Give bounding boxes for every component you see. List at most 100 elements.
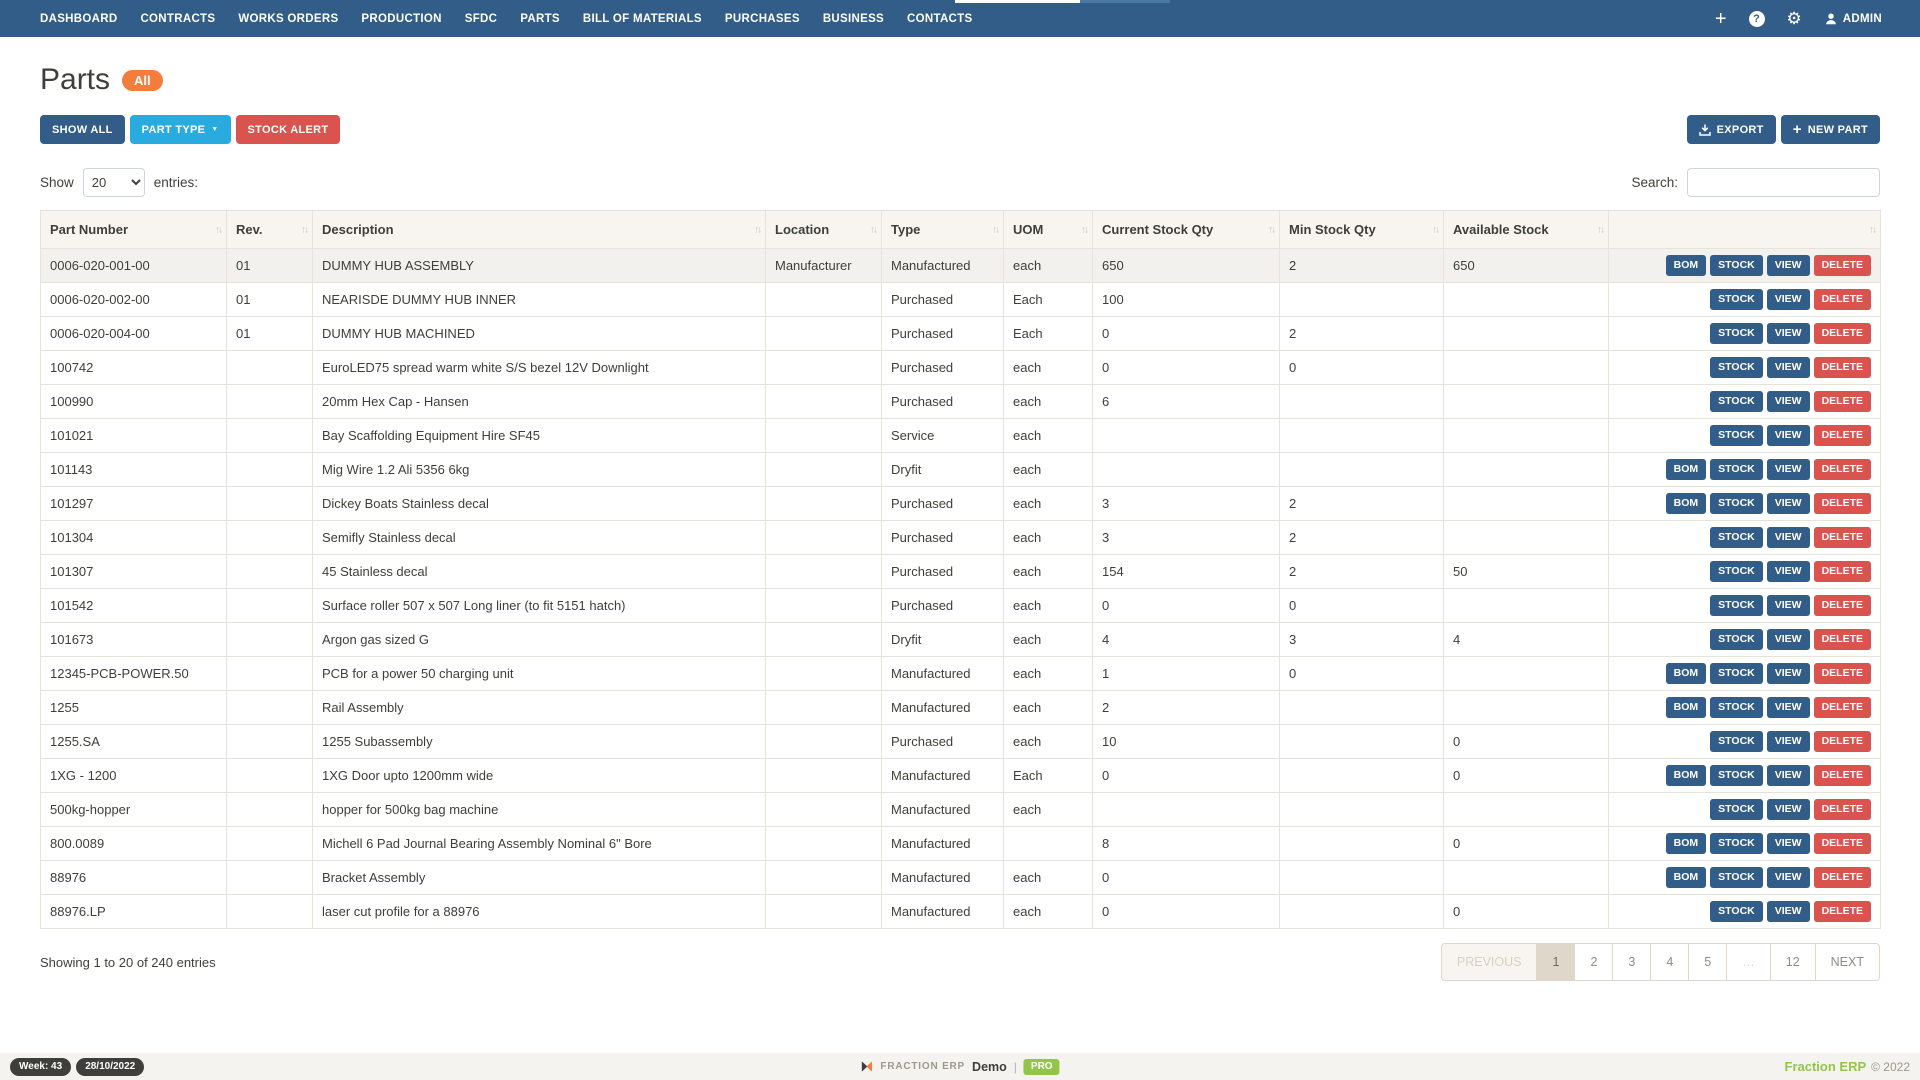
view-button[interactable]: VIEW: [1766, 390, 1810, 413]
view-button[interactable]: VIEW: [1766, 730, 1810, 753]
column-header-current-stock-qty[interactable]: Current Stock Qty ↑↓: [1092, 210, 1280, 249]
delete-button[interactable]: DELETE: [1813, 696, 1871, 719]
page-button-3[interactable]: 3: [1612, 943, 1652, 981]
view-button[interactable]: VIEW: [1766, 458, 1810, 481]
stock-button[interactable]: STOCK: [1710, 900, 1763, 923]
column-header-part-number[interactable]: Part Number ↑↓: [40, 210, 227, 249]
page-button-…[interactable]: …: [1726, 943, 1771, 981]
stock-button[interactable]: STOCK: [1710, 424, 1763, 447]
delete-button[interactable]: DELETE: [1813, 526, 1871, 549]
view-button[interactable]: VIEW: [1766, 322, 1810, 345]
page-button-5[interactable]: 5: [1688, 943, 1728, 981]
stock-button[interactable]: STOCK: [1710, 288, 1763, 311]
view-button[interactable]: VIEW: [1766, 900, 1810, 923]
page-button-2[interactable]: 2: [1574, 943, 1614, 981]
column-header-uom[interactable]: UOM ↑↓: [1003, 210, 1093, 249]
stock-button[interactable]: STOCK: [1710, 458, 1763, 481]
admin-menu[interactable]: ADMIN: [1824, 12, 1882, 26]
export-button[interactable]: EXPORT: [1686, 115, 1776, 144]
delete-button[interactable]: DELETE: [1813, 390, 1871, 413]
delete-button[interactable]: DELETE: [1813, 594, 1871, 617]
delete-button[interactable]: DELETE: [1813, 764, 1871, 787]
view-button[interactable]: VIEW: [1766, 254, 1810, 277]
view-button[interactable]: VIEW: [1766, 594, 1810, 617]
view-button[interactable]: VIEW: [1766, 798, 1810, 821]
page-button-4[interactable]: 4: [1650, 943, 1690, 981]
page-size-select[interactable]: 20: [82, 168, 145, 197]
stock-button[interactable]: STOCK: [1710, 254, 1763, 277]
bom-button[interactable]: BOM: [1665, 254, 1707, 277]
view-button[interactable]: VIEW: [1766, 356, 1810, 379]
delete-button[interactable]: DELETE: [1813, 900, 1871, 923]
stock-button[interactable]: STOCK: [1710, 764, 1763, 787]
view-button[interactable]: VIEW: [1766, 662, 1810, 685]
stock-button[interactable]: STOCK: [1710, 594, 1763, 617]
stock-button[interactable]: STOCK: [1710, 322, 1763, 345]
view-button[interactable]: VIEW: [1766, 424, 1810, 447]
nav-item-purchases[interactable]: PURCHASES: [725, 13, 800, 25]
stock-button[interactable]: STOCK: [1710, 492, 1763, 515]
delete-button[interactable]: DELETE: [1813, 662, 1871, 685]
stock-button[interactable]: STOCK: [1710, 356, 1763, 379]
stock-button[interactable]: STOCK: [1710, 560, 1763, 583]
help-icon[interactable]: ?: [1748, 10, 1765, 27]
bom-button[interactable]: BOM: [1665, 832, 1707, 855]
delete-button[interactable]: DELETE: [1813, 254, 1871, 277]
column-header-available-stock[interactable]: Available Stock ↑↓: [1443, 210, 1609, 249]
nav-item-production[interactable]: PRODUCTION: [361, 13, 441, 25]
stock-button[interactable]: STOCK: [1710, 866, 1763, 889]
view-button[interactable]: VIEW: [1766, 628, 1810, 651]
stock-button[interactable]: STOCK: [1710, 526, 1763, 549]
stock-button[interactable]: STOCK: [1710, 696, 1763, 719]
view-button[interactable]: VIEW: [1766, 832, 1810, 855]
stock-button[interactable]: STOCK: [1710, 628, 1763, 651]
nav-item-contacts[interactable]: CONTACTS: [907, 13, 972, 25]
stock-button[interactable]: STOCK: [1710, 390, 1763, 413]
settings-gear-icon[interactable]: ⚙: [1787, 10, 1802, 27]
view-button[interactable]: VIEW: [1766, 288, 1810, 311]
new-part-button[interactable]: + NEW PART: [1780, 115, 1880, 144]
delete-button[interactable]: DELETE: [1813, 322, 1871, 345]
add-icon[interactable]: +: [1715, 9, 1727, 29]
bom-button[interactable]: BOM: [1665, 492, 1707, 515]
page-button-1[interactable]: 1: [1536, 943, 1576, 981]
delete-button[interactable]: DELETE: [1813, 832, 1871, 855]
part-type-dropdown-button[interactable]: PART TYPE ▼: [129, 115, 231, 144]
stock-alert-button[interactable]: STOCK ALERT: [235, 115, 341, 144]
stock-button[interactable]: STOCK: [1710, 730, 1763, 753]
view-button[interactable]: VIEW: [1766, 764, 1810, 787]
delete-button[interactable]: DELETE: [1813, 798, 1871, 821]
delete-button[interactable]: DELETE: [1813, 628, 1871, 651]
view-button[interactable]: VIEW: [1766, 560, 1810, 583]
stock-button[interactable]: STOCK: [1710, 798, 1763, 821]
column-header-type[interactable]: Type ↑↓: [881, 210, 1004, 249]
search-input[interactable]: [1687, 168, 1880, 197]
bom-button[interactable]: BOM: [1665, 866, 1707, 889]
delete-button[interactable]: DELETE: [1813, 458, 1871, 481]
page-button-12[interactable]: 12: [1769, 943, 1816, 981]
column-header-min-stock-qty[interactable]: Min Stock Qty ↑↓: [1279, 210, 1444, 249]
bom-button[interactable]: BOM: [1665, 662, 1707, 685]
nav-item-parts[interactable]: PARTS: [520, 13, 560, 25]
column-header-description[interactable]: Description ↑↓: [312, 210, 766, 249]
nav-item-contracts[interactable]: CONTRACTS: [140, 13, 215, 25]
view-button[interactable]: VIEW: [1766, 492, 1810, 515]
nav-item-sfdc[interactable]: SFDC: [465, 13, 498, 25]
page-button-next[interactable]: NEXT: [1814, 943, 1880, 981]
delete-button[interactable]: DELETE: [1813, 730, 1871, 753]
view-button[interactable]: VIEW: [1766, 866, 1810, 889]
nav-item-works-orders[interactable]: WORKS ORDERS: [238, 13, 338, 25]
delete-button[interactable]: DELETE: [1813, 866, 1871, 889]
bom-button[interactable]: BOM: [1665, 696, 1707, 719]
delete-button[interactable]: DELETE: [1813, 356, 1871, 379]
show-all-button[interactable]: SHOW ALL: [40, 115, 125, 144]
nav-item-dashboard[interactable]: DASHBOARD: [40, 13, 117, 25]
view-button[interactable]: VIEW: [1766, 696, 1810, 719]
view-button[interactable]: VIEW: [1766, 526, 1810, 549]
bom-button[interactable]: BOM: [1665, 458, 1707, 481]
delete-button[interactable]: DELETE: [1813, 492, 1871, 515]
column-header-location[interactable]: Location ↑↓: [765, 210, 882, 249]
delete-button[interactable]: DELETE: [1813, 560, 1871, 583]
bom-button[interactable]: BOM: [1665, 764, 1707, 787]
delete-button[interactable]: DELETE: [1813, 288, 1871, 311]
